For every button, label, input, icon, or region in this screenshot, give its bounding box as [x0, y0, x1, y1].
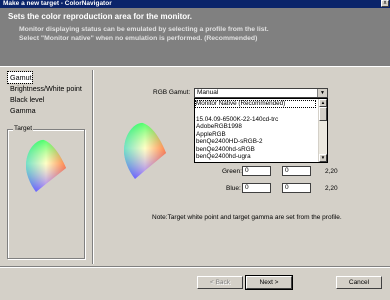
- panel-divider: [92, 70, 94, 264]
- nav-item-gamut[interactable]: Gamut: [7, 71, 33, 84]
- banner-line-1: Monitor displaying status can be emulate…: [19, 26, 269, 33]
- blue-y-field[interactable]: 0: [282, 183, 311, 193]
- green-x-field[interactable]: 0: [242, 166, 271, 176]
- nav-item-brightness-white-point[interactable]: Brightness/White point: [8, 83, 88, 94]
- green-y-field[interactable]: 0: [282, 166, 311, 176]
- banner-description: Monitor displaying status can be emulate…: [19, 26, 269, 43]
- back-button[interactable]: < Back: [197, 276, 243, 289]
- scrollbar-thumb[interactable]: [319, 107, 327, 121]
- arrow-up-icon[interactable]: ▲: [319, 99, 327, 107]
- rgb-gamut-label: RGB Gamut:: [153, 89, 191, 96]
- footer-divider: [0, 266, 390, 268]
- chevron-down-icon[interactable]: ▼: [317, 89, 327, 97]
- blue-gamma-value: 2,20: [325, 185, 338, 192]
- gamut-option[interactable]: Monitor Native (Recommended): [195, 100, 316, 108]
- close-button[interactable]: x: [381, 0, 389, 7]
- header-divider: [0, 65, 390, 67]
- gamut-option[interactable]: AdobeRGB1998: [195, 123, 316, 131]
- header-banner: Sets the color reproduction area for the…: [0, 8, 390, 65]
- rgb-gamut-dropdown-list[interactable]: Monitor Native (Recommended) 15.04.09-65…: [194, 98, 328, 163]
- gamut-option[interactable]: benQe2400hd-ugra: [195, 153, 316, 161]
- gamut-option-blank[interactable]: [195, 108, 316, 116]
- nav-item-gamma[interactable]: Gamma: [8, 105, 88, 116]
- banner-heading: Sets the color reproduction area for the…: [8, 12, 193, 21]
- cancel-button[interactable]: Cancel: [336, 276, 382, 289]
- window-title: Make a new target - ColorNavigator: [3, 0, 112, 7]
- dropdown-scrollbar[interactable]: ▲ ▼: [318, 99, 327, 162]
- rgb-gamut-select[interactable]: Manual ▼: [194, 88, 328, 98]
- step-nav: Gamut Brightness/White point Black level…: [7, 71, 88, 116]
- next-button[interactable]: Next >: [245, 275, 293, 290]
- green-label: Green:: [222, 168, 242, 175]
- title-bar: Make a new target - ColorNavigator x: [0, 0, 390, 8]
- target-group: Target: [7, 125, 85, 259]
- target-gamut-diagram: [26, 139, 66, 192]
- rgb-gamut-value: Manual: [197, 89, 219, 96]
- banner-line-2: Select "Monitor native" when no emulatio…: [19, 34, 258, 42]
- blue-x-field[interactable]: 0: [242, 183, 271, 193]
- arrow-down-icon[interactable]: ▼: [319, 154, 327, 162]
- target-group-label: Target: [13, 125, 34, 132]
- blue-label: Blue:: [226, 185, 241, 192]
- gamut-option[interactable]: benQe2400HD-sRGB-2: [195, 138, 316, 146]
- green-gamma-value: 2,20: [325, 168, 338, 175]
- wizard-window: Make a new target - ColorNavigator x Set…: [0, 0, 390, 300]
- nav-item-black-level[interactable]: Black level: [8, 94, 88, 105]
- profile-note: Note:Target white point and target gamma…: [152, 214, 342, 221]
- gamut-diagram: [124, 122, 166, 179]
